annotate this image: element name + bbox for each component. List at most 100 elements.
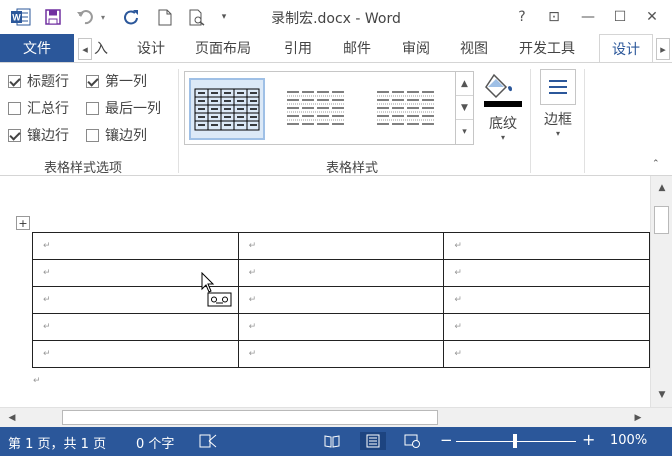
checkbox-checked-icon — [86, 74, 99, 88]
web-layout-icon[interactable] — [402, 432, 422, 450]
ribbon-panel: 标题行 第一列 汇总行 最后一列 镶边行 镶边列 表格样式选项 ▲ ▼ ▾ 底纹… — [0, 62, 672, 176]
total-row-checkbox[interactable]: 汇总行 — [8, 98, 69, 118]
zoom-level[interactable]: 100% — [610, 433, 647, 448]
table-cell[interactable]: ↵ — [237, 286, 445, 314]
macro-recording-cursor-icon — [201, 272, 232, 307]
scroll-down-button[interactable]: ▼ — [654, 387, 670, 403]
tab-insert-partial[interactable]: 入 — [94, 34, 108, 62]
gallery-more-button[interactable]: ▾ — [456, 120, 473, 144]
borders-button[interactable]: 边框 ▾ — [538, 69, 578, 138]
tab-page-layout[interactable]: 页面布局 — [195, 34, 251, 62]
collapse-ribbon-icon[interactable]: ⌃ — [652, 159, 660, 169]
proofing-icon[interactable] — [198, 432, 218, 450]
tab-view[interactable]: 视图 — [460, 34, 488, 62]
vertical-scroll-thumb[interactable] — [654, 206, 669, 234]
gallery-scroll: ▲ ▼ ▾ — [456, 71, 474, 145]
scroll-left-button[interactable]: ◀ — [4, 410, 20, 426]
table-cell[interactable]: ↵ — [443, 340, 650, 368]
style-options-group-label: 表格样式选项 — [44, 161, 123, 176]
banded-rows-checkbox[interactable]: 镶边行 — [8, 125, 69, 145]
table-styles-group-label: 表格样式 — [326, 161, 379, 176]
table-cell[interactable]: ↵ — [237, 232, 445, 260]
borders-label: 边框 — [544, 112, 572, 128]
tab-review[interactable]: 审阅 — [402, 34, 430, 62]
page-count[interactable]: 第 1 页，共 1 页 — [8, 433, 106, 452]
table-cell[interactable]: ↵ — [237, 313, 445, 341]
table-row[interactable]: ↵ ↵ ↵ — [32, 232, 650, 260]
group-separator — [530, 69, 531, 173]
last-column-label: 最后一列 — [105, 101, 161, 117]
table-row[interactable]: ↵ ↵ ↵ — [32, 340, 650, 368]
tab-scroll-right-button[interactable]: ▸ — [656, 38, 670, 60]
borders-icon — [540, 69, 576, 105]
zoom-in-button[interactable]: + — [582, 430, 595, 449]
tab-file[interactable]: 文件 — [0, 34, 74, 62]
document-table[interactable]: ↵ ↵ ↵ ↵ ↵ ↵ ↵ ↵ ↵ ↵ ↵ ↵ ↵ ↵ ↵ — [32, 232, 650, 368]
table-cell[interactable]: ↵ — [443, 286, 650, 314]
shading-dropdown-icon: ▾ — [500, 133, 505, 142]
total-row-label: 汇总行 — [27, 101, 69, 117]
shading-label: 底纹 — [489, 116, 517, 132]
banded-rows-label: 镶边行 — [27, 128, 69, 144]
paragraph-mark: ↵ — [33, 376, 41, 386]
ribbon-tabs: 文件 ◂ 入 设计 页面布局 引用 邮件 审阅 视图 开发工具 设计 ▸ — [0, 34, 672, 63]
table-cell[interactable]: ↵ — [443, 313, 650, 341]
tab-developer[interactable]: 开发工具 — [519, 34, 575, 62]
table-move-handle-icon[interactable]: + — [16, 216, 30, 230]
header-row-checkbox[interactable]: 标题行 — [8, 71, 69, 91]
word-count[interactable]: 0 个字 — [136, 433, 174, 452]
table-cell[interactable]: ↵ — [237, 259, 445, 287]
scroll-right-button[interactable]: ▶ — [630, 410, 646, 426]
table-row[interactable]: ↵ ↵ ↵ — [32, 313, 650, 341]
table-style-grid-selected[interactable] — [189, 78, 265, 140]
gallery-up-button[interactable]: ▲ — [456, 72, 473, 96]
title-bar: W ▾ ▾ 录制宏.docx - Word ? ⊡ — ☐ ✕ — [0, 0, 672, 34]
read-mode-icon[interactable] — [322, 432, 342, 450]
print-layout-icon[interactable] — [360, 432, 386, 450]
group-separator — [178, 69, 179, 173]
scroll-up-button[interactable]: ▲ — [654, 180, 670, 196]
tab-design[interactable]: 设计 — [137, 34, 165, 62]
shading-button[interactable]: 底纹 ▾ — [480, 69, 526, 142]
group-separator — [584, 69, 585, 173]
gallery-down-button[interactable]: ▼ — [456, 96, 473, 120]
last-column-checkbox[interactable]: 最后一列 — [86, 98, 161, 118]
first-column-checkbox[interactable]: 第一列 — [86, 71, 147, 91]
table-row[interactable]: ↵ ↵ ↵ — [32, 259, 650, 287]
zoom-slider-thumb[interactable] — [513, 434, 517, 448]
header-row-label: 标题行 — [27, 74, 69, 90]
ribbon-display-options-button[interactable]: ⊡ — [542, 6, 566, 28]
tab-table-design[interactable]: 设计 — [599, 34, 653, 63]
table-style-plain-2[interactable] — [371, 78, 447, 140]
table-cell[interactable]: ↵ — [32, 313, 239, 341]
checkbox-unchecked-icon — [8, 101, 21, 115]
vertical-scrollbar[interactable]: ▲ ▼ — [650, 176, 672, 407]
checkbox-checked-icon — [8, 128, 21, 142]
maximize-button[interactable]: ☐ — [608, 6, 632, 28]
tab-mailings[interactable]: 邮件 — [343, 34, 371, 62]
tab-scroll-left-button[interactable]: ◂ — [78, 38, 92, 60]
window-title: 录制宏.docx - Word — [271, 11, 401, 27]
zoom-out-button[interactable]: − — [440, 431, 453, 449]
checkbox-unchecked-icon — [86, 128, 99, 142]
paint-bucket-icon — [484, 73, 522, 107]
banded-columns-label: 镶边列 — [105, 128, 147, 144]
table-cell[interactable]: ↵ — [443, 232, 650, 260]
document-area[interactable]: + ↵ ↵ ↵ ↵ ↵ ↵ ↵ ↵ ↵ ↵ ↵ ↵ ↵ ↵ ↵ ↵ — [0, 176, 650, 407]
tab-references[interactable]: 引用 — [284, 34, 312, 62]
table-style-plain-1[interactable] — [281, 78, 357, 140]
first-column-label: 第一列 — [105, 74, 147, 90]
horizontal-scroll-thumb[interactable] — [62, 410, 438, 425]
table-cell[interactable]: ↵ — [443, 259, 650, 287]
status-bar: 第 1 页，共 1 页 0 个字 − + 100% — [0, 427, 672, 456]
table-cell[interactable]: ↵ — [237, 340, 445, 368]
table-row[interactable]: ↵ ↵ ↵ — [32, 286, 650, 314]
banded-columns-checkbox[interactable]: 镶边列 — [86, 125, 147, 145]
horizontal-scrollbar[interactable]: ◀ ▶ — [0, 407, 672, 427]
help-button[interactable]: ? — [510, 6, 534, 28]
table-cell[interactable]: ↵ — [32, 232, 239, 260]
close-button[interactable]: ✕ — [640, 6, 664, 28]
checkbox-checked-icon — [8, 74, 21, 88]
table-cell[interactable]: ↵ — [32, 340, 239, 368]
minimize-button[interactable]: — — [576, 6, 600, 28]
